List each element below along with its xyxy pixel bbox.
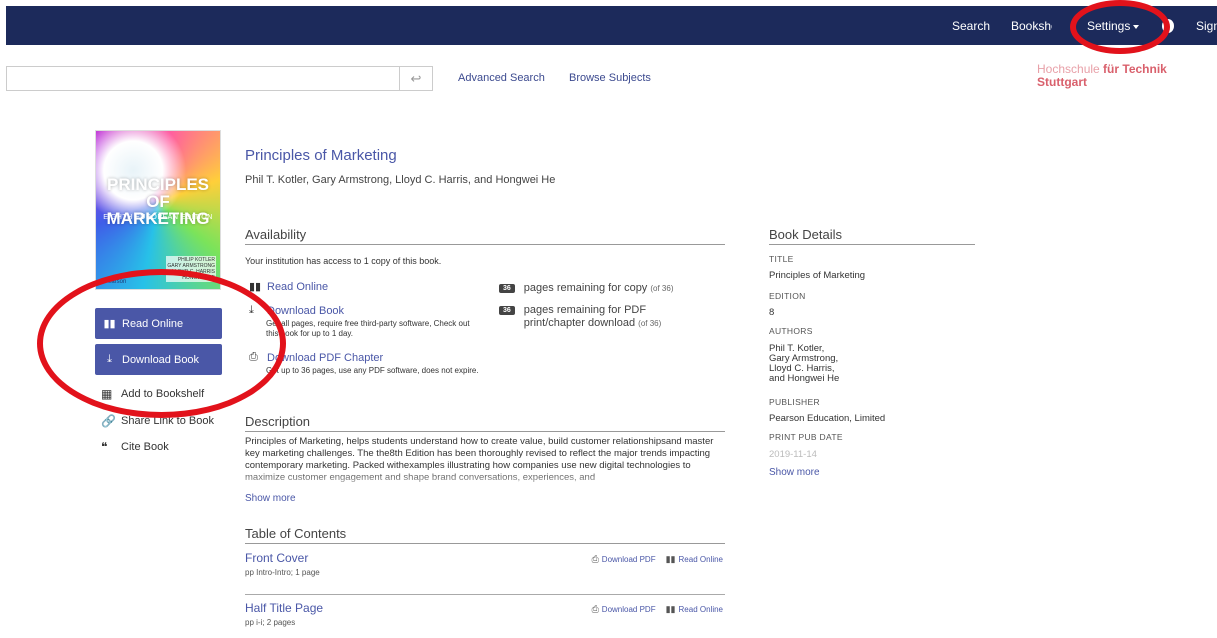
- download-book-button[interactable]: ⤓ Download Book: [95, 344, 222, 375]
- toc-read-online-label: Read Online: [678, 605, 723, 614]
- detail-title-label: TITLE: [769, 254, 794, 264]
- search-submit-button[interactable]: ↩: [399, 66, 433, 91]
- download-book-label: Download Book: [122, 353, 200, 366]
- open-book-icon: ▮▮: [103, 318, 116, 330]
- toc-read-online-button[interactable]: ▮▮ Read Online: [666, 604, 723, 615]
- detail-pubdate-label: PRINT PUB DATE: [769, 432, 843, 442]
- pdf-pages-of: (of 36): [638, 319, 662, 328]
- printer-icon: ⎙: [249, 351, 258, 363]
- search-bar: ↩ Advanced Search Browse Subjects Hochsc…: [0, 45, 1217, 107]
- open-book-icon: ▮▮: [665, 554, 676, 564]
- cover-edition: EIGHTH EUROPEAN EDITION: [103, 214, 213, 221]
- copy-pages-text: pages remaining for copy: [523, 282, 648, 294]
- availability-download-book-label: Download Book: [267, 304, 345, 317]
- availability-read-online[interactable]: ▮▮ Read Online: [249, 280, 479, 294]
- detail-title-value: Principles of Marketing: [769, 270, 866, 281]
- detail-edition-label: EDITION: [769, 291, 806, 301]
- top-navigation-bar: Search Bookshelf Settings Sign in: [0, 6, 1217, 45]
- add-bookshelf-icon: ▦: [101, 387, 113, 401]
- cover-publisher-logo: Pearson: [104, 279, 127, 285]
- toc-divider: [245, 594, 725, 595]
- share-link-button[interactable]: 🔗 Share Link to Book: [101, 414, 214, 428]
- cite-book-link[interactable]: ❝ Cite Book: [101, 440, 169, 454]
- toc-row: Half Title Page pp i-i; 2 pages ⎙ Downloa…: [245, 601, 725, 637]
- printer-icon: ⎙: [591, 604, 599, 614]
- description-heading: Description: [245, 414, 725, 432]
- toc-download-pdf-label: Download PDF: [601, 555, 656, 564]
- share-link-label: Share Link to Book: [121, 415, 214, 427]
- book-authors: Phil T. Kotler, Gary Armstrong, Lloyd C.…: [245, 174, 556, 186]
- read-online-button[interactable]: ▮▮ Read Online: [95, 308, 222, 339]
- read-online-label: Read Online: [122, 317, 184, 330]
- toc-download-pdf-button[interactable]: ⎙ Download PDF: [592, 604, 656, 615]
- toc-heading: Table of Contents: [245, 526, 725, 544]
- download-book-description: Get all pages, require free third-party …: [266, 319, 470, 338]
- user-icon[interactable]: [1162, 19, 1174, 33]
- cover-authors: PHILIP KOTLER GARY ARMSTRONG LLOYD C. HA…: [166, 256, 216, 282]
- nav-search-link[interactable]: Search: [952, 19, 990, 33]
- open-book-icon: ▮▮: [665, 604, 676, 614]
- browse-subjects-link[interactable]: Browse Subjects: [569, 72, 651, 84]
- detail-publisher-label: PUBLISHER: [769, 397, 820, 407]
- institution-logo[interactable]: Hochschule für Technik Stuttgart: [1036, 62, 1174, 90]
- availability-heading: Availability: [245, 227, 725, 245]
- open-book-icon: ▮▮: [249, 281, 262, 293]
- printer-icon: ⎙: [591, 554, 599, 564]
- detail-authors-value: Phil T. Kotler, Gary Armstrong, Lloyd C.…: [769, 344, 839, 384]
- pdf-pages-text-1: pages remaining for PDF: [523, 304, 647, 316]
- advanced-search-link[interactable]: Advanced Search: [458, 72, 545, 84]
- availability-download-pdf[interactable]: ⎙ Download PDF Chapter Get up to 36 pages…: [249, 351, 479, 376]
- detail-publisher-value: Pearson Education, Limited: [769, 413, 886, 424]
- description-fade: [245, 470, 725, 496]
- copy-pages-badge: 36: [499, 284, 515, 293]
- nav-signin-link[interactable]: Sign in: [1196, 19, 1217, 33]
- copy-pages-of: (of 36): [650, 284, 674, 293]
- toc-chapter-pages: pp i-i; 2 pages: [245, 618, 296, 627]
- availability-read-online-label: Read Online: [267, 280, 329, 293]
- pdf-pages-text-2: print/chapter download: [523, 317, 636, 329]
- book-cover-image: PRINCIPLES OF MARKETING EIGHTH EUROPEAN …: [95, 130, 221, 290]
- return-arrow-icon: ↩: [410, 70, 422, 86]
- description-show-more-link[interactable]: Show more: [245, 493, 296, 504]
- pdf-pages-badge: 36: [499, 306, 515, 315]
- toc-chapter-pages: pp Intro-Intro; 1 page: [245, 568, 320, 577]
- nav-settings-dropdown[interactable]: Settings: [1087, 19, 1140, 33]
- download-icon: ⤓: [107, 353, 112, 365]
- book-details-heading: Book Details: [769, 227, 975, 245]
- availability-download-pdf-label: Download PDF Chapter: [267, 351, 384, 364]
- institution-city: Stuttgart: [1037, 75, 1087, 89]
- caret-down-icon: [1133, 24, 1140, 29]
- detail-pubdate-value: 2019-11-14: [769, 449, 817, 460]
- toc-row: Front Cover pp Intro-Intro; 1 page ⎙ Down…: [245, 551, 725, 587]
- copy-pages-counter: 36 pages remaining for copy (of 36): [499, 282, 674, 295]
- availability-download-book[interactable]: ⤓ Download Book Get all pages, require fr…: [249, 304, 479, 339]
- detail-authors-label: AUTHORS: [769, 326, 813, 336]
- availability-note: Your institution has access to 1 copy of…: [245, 256, 442, 266]
- toc-read-online-button[interactable]: ▮▮ Read Online: [666, 554, 723, 565]
- add-to-bookshelf-label: Add to Bookshelf: [121, 388, 205, 400]
- pdf-pages-counter: 36 pages remaining for PDF print/chapter …: [499, 304, 661, 330]
- book-title: Principles of Marketing: [245, 147, 397, 164]
- add-to-bookshelf-link[interactable]: ▦ Add to Bookshelf: [101, 387, 204, 401]
- nav-settings-label: Settings: [1087, 19, 1131, 33]
- search-input[interactable]: [6, 66, 399, 91]
- download-pdf-description: Get up to 36 pages, use any PDF software…: [266, 366, 479, 375]
- cite-book-label: Cite Book: [121, 441, 169, 453]
- detail-edition-value: 8: [769, 307, 775, 318]
- download-icon: ⤓: [249, 304, 254, 316]
- detail-author: and Hongwei He: [769, 373, 840, 384]
- toc-read-online-label: Read Online: [678, 555, 723, 564]
- details-show-more-link[interactable]: Show more: [769, 467, 820, 478]
- toc-download-pdf-button[interactable]: ⎙ Download PDF: [592, 554, 656, 565]
- toc-download-pdf-label: Download PDF: [601, 605, 656, 614]
- institution-name: Hochschule für Technik: [1037, 62, 1167, 76]
- frame-left: [0, 0, 6, 638]
- quote-icon: ❝: [101, 440, 108, 454]
- link-icon: 🔗: [101, 414, 116, 428]
- nav-bookshelf-link[interactable]: Bookshelf: [1011, 19, 1052, 33]
